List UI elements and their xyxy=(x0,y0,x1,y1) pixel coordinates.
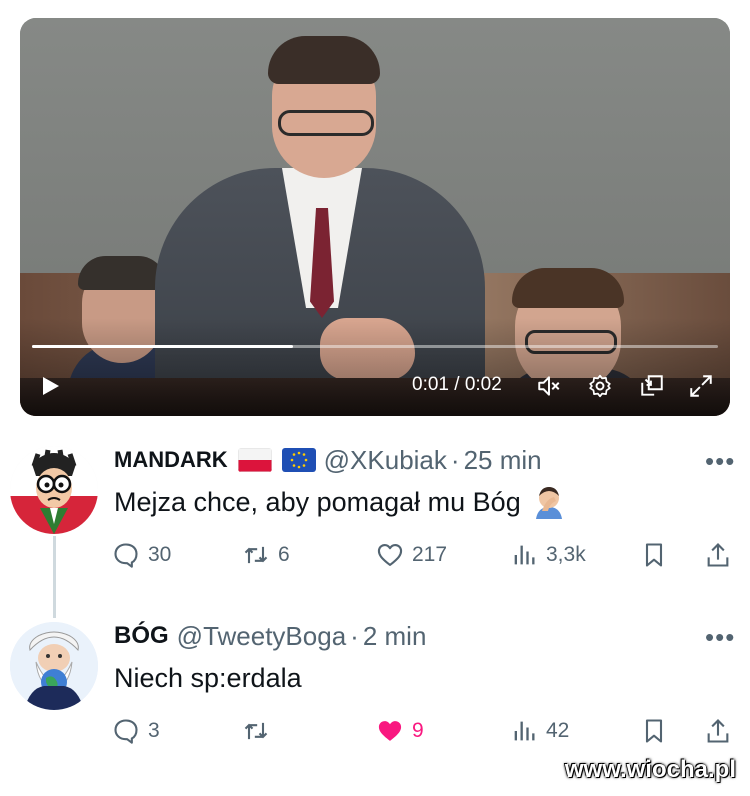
video-controls-scrim xyxy=(20,318,730,416)
tweet1-text: Mejza chce, aby pomagał mu Bóg xyxy=(114,485,566,519)
reply-icon xyxy=(114,543,138,568)
left-person-hair xyxy=(78,256,166,290)
tweet2-reply-button[interactable]: 3 xyxy=(112,714,160,748)
video-player[interactable]: 0:01 / 0:02 xyxy=(20,18,730,416)
video-time: 0:01 / 0:02 xyxy=(412,374,502,395)
avatar-bog[interactable] xyxy=(10,622,98,710)
tweet2-header: BÓG @TweetyBoga · 2 min xyxy=(114,619,426,653)
tweet1-views-button[interactable]: 3,3k xyxy=(510,538,586,572)
tweet2-author-name[interactable]: BÓG xyxy=(114,622,169,650)
tweet1-header: MANDARK @XKubiak · 25 min xyxy=(114,443,542,477)
reply-icon xyxy=(114,719,138,744)
tweet1-more-button[interactable]: ••• xyxy=(705,446,735,477)
tweet1-actions: 30 6 217 3,3k xyxy=(112,538,737,572)
video-progress-bar[interactable] xyxy=(32,345,718,348)
play-icon[interactable] xyxy=(38,374,62,398)
poland-flag-icon xyxy=(237,448,272,472)
tweet2-repost-button[interactable] xyxy=(242,714,278,748)
repost-icon xyxy=(244,722,268,740)
heart-outline-icon xyxy=(377,544,403,566)
facepalm-emoji-icon xyxy=(536,487,563,519)
video-progress-fill xyxy=(32,345,293,348)
tweet2-view-count: 42 xyxy=(546,719,570,742)
tweet2-reply-count: 3 xyxy=(148,719,160,742)
watermark: www.wiocha.pl xyxy=(564,756,736,783)
fullscreen-icon[interactable] xyxy=(688,373,714,399)
repost-icon xyxy=(244,546,268,564)
tweet2-actions: 3 9 42 xyxy=(112,714,737,748)
tweet1-like-button[interactable]: 217 xyxy=(376,538,447,572)
tweet2-handle[interactable]: @TweetyBoga xyxy=(177,621,346,652)
tweet2-text: Niech sp:erdala xyxy=(114,663,302,693)
tweet1-separator: · xyxy=(450,444,460,475)
tweet1-reply-count: 30 xyxy=(148,543,172,566)
speaker-glasses xyxy=(278,110,374,136)
mute-icon[interactable] xyxy=(536,373,562,399)
tweet2-share-button[interactable] xyxy=(704,714,732,748)
tweet1-text-content: Mejza chce, aby pomagał mu Bóg xyxy=(114,487,521,517)
speaker-hair xyxy=(268,36,380,84)
settings-icon[interactable] xyxy=(587,373,613,399)
views-icon xyxy=(514,721,535,741)
thread-connector-line xyxy=(53,536,56,618)
tweet2-timestamp[interactable]: 2 min xyxy=(363,621,427,652)
share-icon xyxy=(707,543,729,567)
share-icon xyxy=(707,719,729,743)
tweet1-handle[interactable]: @XKubiak xyxy=(324,445,447,476)
avatar-mandark[interactable] xyxy=(10,446,98,534)
tweet1-share-button[interactable] xyxy=(704,538,732,572)
tweet1-repost-button[interactable]: 6 xyxy=(242,538,290,572)
tweet2-like-button[interactable]: 9 xyxy=(376,714,424,748)
tweet1-bookmark-button[interactable] xyxy=(640,538,668,572)
tweet1-reply-button[interactable]: 30 xyxy=(112,538,171,572)
tweet1-timestamp[interactable]: 25 min xyxy=(464,445,542,476)
tweet1-author-name[interactable]: MANDARK xyxy=(114,447,228,473)
eu-flag-icon xyxy=(281,448,316,472)
tweet2-views-button[interactable]: 42 xyxy=(510,714,569,748)
views-icon xyxy=(514,545,535,565)
tweet2-separator: · xyxy=(350,620,359,651)
tweet1-view-count: 3,3k xyxy=(546,543,586,566)
bog-avatar-icon xyxy=(10,622,98,710)
tweet2-more-button[interactable]: ••• xyxy=(705,622,735,653)
tweet2-like-count: 9 xyxy=(412,719,424,742)
tweet1-like-count: 217 xyxy=(412,543,448,566)
heart-filled-icon xyxy=(378,721,402,741)
mandark-avatar-icon xyxy=(10,446,98,534)
tweet2-bookmark-button[interactable] xyxy=(640,714,668,748)
right-person-hair xyxy=(512,268,624,308)
bookmark-icon xyxy=(645,719,663,743)
tweet1-repost-count: 6 xyxy=(278,543,290,566)
dock-icon[interactable] xyxy=(639,373,665,399)
bookmark-icon xyxy=(645,543,663,567)
